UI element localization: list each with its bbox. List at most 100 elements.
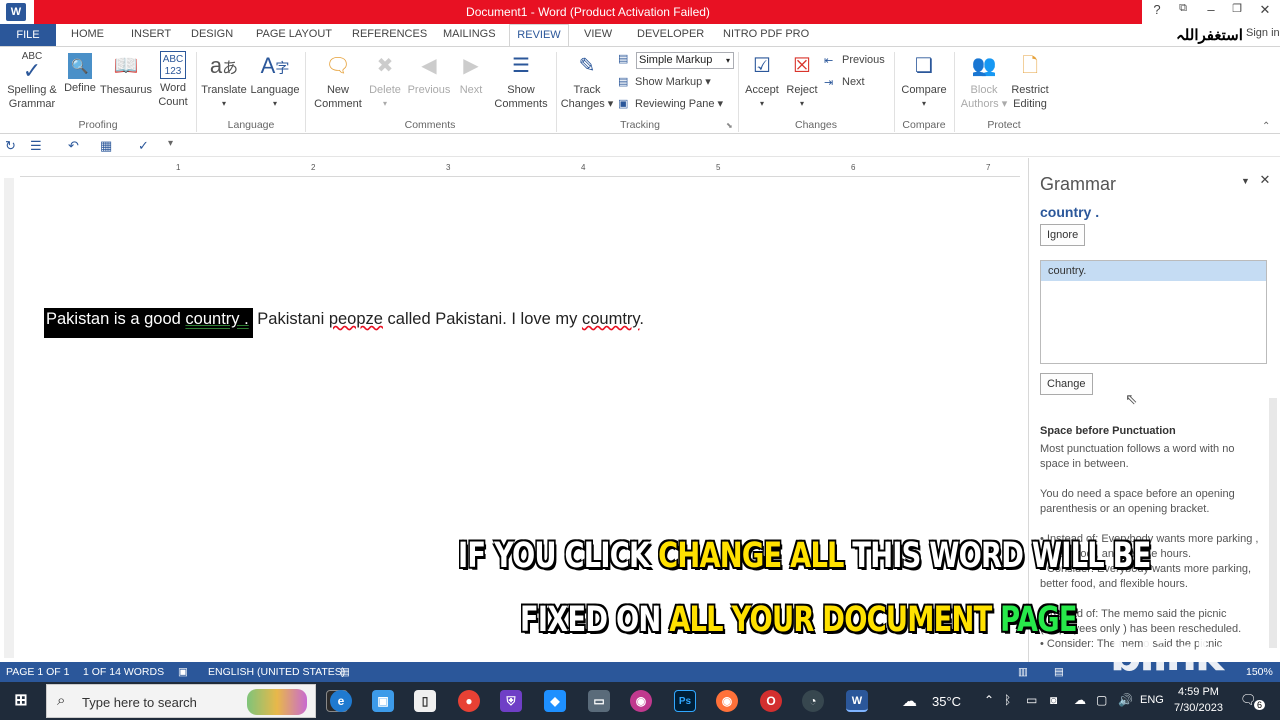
tab-insert[interactable]: INSERT xyxy=(131,28,171,40)
battery-icon[interactable]: ▭ xyxy=(1026,693,1037,707)
reviewing-pane-button[interactable]: Reviewing Pane ▾ xyxy=(635,97,723,110)
previous-comment-button[interactable]: ◀ Previous xyxy=(404,51,454,97)
tray-chevron-icon[interactable]: ⌃ xyxy=(984,693,994,707)
macro-icon[interactable]: ▤ xyxy=(340,666,350,678)
edge-icon[interactable]: e xyxy=(330,690,352,712)
list-bullets-icon[interactable]: ☰ xyxy=(30,138,42,154)
maximize-button[interactable]: ❐ xyxy=(1226,2,1248,15)
page-count[interactable]: PAGE 1 OF 1 xyxy=(6,666,69,678)
ribbon-display-options-button[interactable]: ⧉ xyxy=(1172,2,1194,15)
vpn-shield-icon[interactable]: ⛨ xyxy=(500,690,522,712)
show-markup-button[interactable]: Show Markup ▾ xyxy=(635,75,711,88)
accept-button[interactable]: ☑ Accept ▾ xyxy=(742,51,782,111)
tab-home[interactable]: HOME xyxy=(71,28,104,40)
tab-file[interactable]: FILE xyxy=(0,24,56,46)
weather-temperature[interactable]: 35°C xyxy=(932,694,961,709)
store-icon[interactable]: ▣ xyxy=(372,690,394,712)
zoom-level[interactable]: 150% xyxy=(1246,666,1273,678)
show-comments-button[interactable]: ☰ Show Comments xyxy=(490,51,552,111)
next-comment-button[interactable]: ▶ Next xyxy=(454,51,488,97)
clock-time[interactable]: 4:59 PM xyxy=(1178,686,1219,698)
sign-in-link[interactable]: Sign in xyxy=(1246,27,1280,39)
translate-button[interactable]: aあ Translate ▾ xyxy=(200,51,248,111)
ribbon-separator xyxy=(305,52,306,132)
display-icon[interactable]: ▢ xyxy=(1096,693,1107,707)
tab-developer[interactable]: DEVELOPER xyxy=(637,28,704,40)
print-layout-icon[interactable]: ▤ xyxy=(1054,666,1064,678)
define-button[interactable]: 🔍 Define xyxy=(62,51,98,95)
minimize-button[interactable]: – xyxy=(1200,2,1222,17)
thesaurus-button[interactable]: 📖 Thesaurus xyxy=(100,51,152,97)
pane-scrollbar[interactable] xyxy=(1269,398,1277,648)
firefox-icon[interactable]: ◉ xyxy=(716,690,738,712)
ignore-button[interactable]: Ignore xyxy=(1040,224,1086,246)
track-changes-button[interactable]: ✎ Track Changes ▾ xyxy=(560,51,614,111)
close-button[interactable]: ✕ xyxy=(1254,2,1276,18)
tab-nitro-pdf-pro[interactable]: NITRO PDF PRO xyxy=(723,28,809,40)
app-icon[interactable]: ▭ xyxy=(588,690,610,712)
input-language[interactable]: ENG xyxy=(1140,694,1164,706)
security-icon[interactable]: ◆ xyxy=(544,690,566,712)
table-icon[interactable]: ▦ xyxy=(100,138,112,154)
proofing-status-icon[interactable]: ▣ xyxy=(178,666,188,678)
read-mode-icon[interactable]: ▥ xyxy=(1018,666,1028,678)
change-button[interactable]: Change xyxy=(1040,373,1093,395)
taskbar-search[interactable]: ⌕ Type here to search xyxy=(46,684,316,718)
grammar-flagged-word[interactable]: country . xyxy=(185,310,248,328)
clock-date[interactable]: 7/30/2023 xyxy=(1174,702,1223,714)
suggestions-list[interactable]: country. xyxy=(1040,260,1267,364)
windows-start-icon[interactable]: ⊞ xyxy=(10,690,32,712)
tab-references[interactable]: REFERENCES xyxy=(352,28,427,40)
previous-change-button[interactable]: Previous xyxy=(842,54,885,66)
language-status[interactable]: ENGLISH (UNITED STATES) xyxy=(208,666,345,678)
word-count[interactable]: 1 OF 14 WORDS xyxy=(83,666,164,678)
volume-icon[interactable]: 🔊 xyxy=(1118,693,1133,707)
selected-text[interactable]: Pakistan is a good country . xyxy=(44,308,253,338)
browser-icon[interactable]: ◉ xyxy=(630,690,652,712)
search-placeholder: Type here to search xyxy=(82,695,197,710)
camera-icon[interactable]: ◙ xyxy=(1050,693,1057,707)
document-paragraph[interactable]: Pakistan is a good country . Pakistani p… xyxy=(44,308,644,338)
tab-view[interactable]: VIEW xyxy=(584,28,612,40)
block-authors-button[interactable]: 👥 Block Authors ▾ xyxy=(958,51,1010,111)
next-change-button[interactable]: Next xyxy=(842,76,865,88)
customize-toolbar-icon[interactable]: ▾ xyxy=(168,138,173,149)
cloud-icon[interactable]: ☁ xyxy=(1074,693,1086,707)
accept-icon: ☑ xyxy=(753,55,771,77)
undo-icon[interactable]: ↶ xyxy=(68,138,79,154)
collapse-ribbon-icon[interactable]: ⌃ xyxy=(1262,121,1270,132)
suggestion-item[interactable]: country. xyxy=(1041,261,1266,281)
spelling-grammar-button[interactable]: ABC ✓ Spelling & Grammar xyxy=(4,51,60,111)
reject-button[interactable]: ☒ Reject ▾ xyxy=(784,51,820,111)
pane-options-icon[interactable]: ▼ xyxy=(1241,176,1250,186)
refresh-icon[interactable]: ↻ xyxy=(5,138,16,154)
tab-mailings[interactable]: MAILINGS xyxy=(443,28,496,40)
chrome-icon[interactable]: ● xyxy=(458,690,480,712)
new-comment-label-2: Comment xyxy=(314,98,362,110)
new-comment-button[interactable]: 🗨 New Comment xyxy=(310,51,366,111)
pane-close-icon[interactable]: ✕ xyxy=(1260,172,1271,187)
restrict-editing-button[interactable]: 🗋 Restrict Editing xyxy=(1010,51,1050,111)
word-app-icon[interactable]: W xyxy=(6,3,26,21)
word-taskbar-icon[interactable]: W xyxy=(846,690,868,712)
spelling-label-1: Spelling & xyxy=(7,84,57,96)
file-icon[interactable]: ▯ xyxy=(414,690,436,712)
photoshop-icon[interactable]: Ps xyxy=(674,690,696,712)
tab-review[interactable]: REVIEW xyxy=(509,24,569,47)
compare-button[interactable]: ❏ Compare ▾ xyxy=(898,51,950,111)
speed-test-icon[interactable]: ◔ xyxy=(802,690,824,712)
misspelled-word[interactable]: coumtry xyxy=(582,310,639,328)
spelling-check-icon[interactable]: ✓ xyxy=(138,138,149,154)
tab-page-layout[interactable]: PAGE LAYOUT xyxy=(256,28,332,40)
delete-comment-button[interactable]: ✖ Delete ▾ xyxy=(366,51,404,111)
misspelled-word[interactable]: peopze xyxy=(329,310,383,328)
tab-design[interactable]: DESIGN xyxy=(191,28,233,40)
weather-icon[interactable]: ☁ xyxy=(902,692,917,710)
word-count-button[interactable]: ABC 123 Word Count xyxy=(154,51,192,109)
display-for-review-select[interactable]: Simple Markup ▾ xyxy=(636,52,734,69)
bluetooth-icon[interactable]: ᛒ xyxy=(1004,693,1011,707)
help-button[interactable]: ? xyxy=(1146,2,1168,17)
language-button[interactable]: A字 Language ▾ xyxy=(250,51,300,111)
opera-icon[interactable]: O xyxy=(760,690,782,712)
tracking-dialog-launcher-icon[interactable]: ⬊ xyxy=(726,121,733,130)
